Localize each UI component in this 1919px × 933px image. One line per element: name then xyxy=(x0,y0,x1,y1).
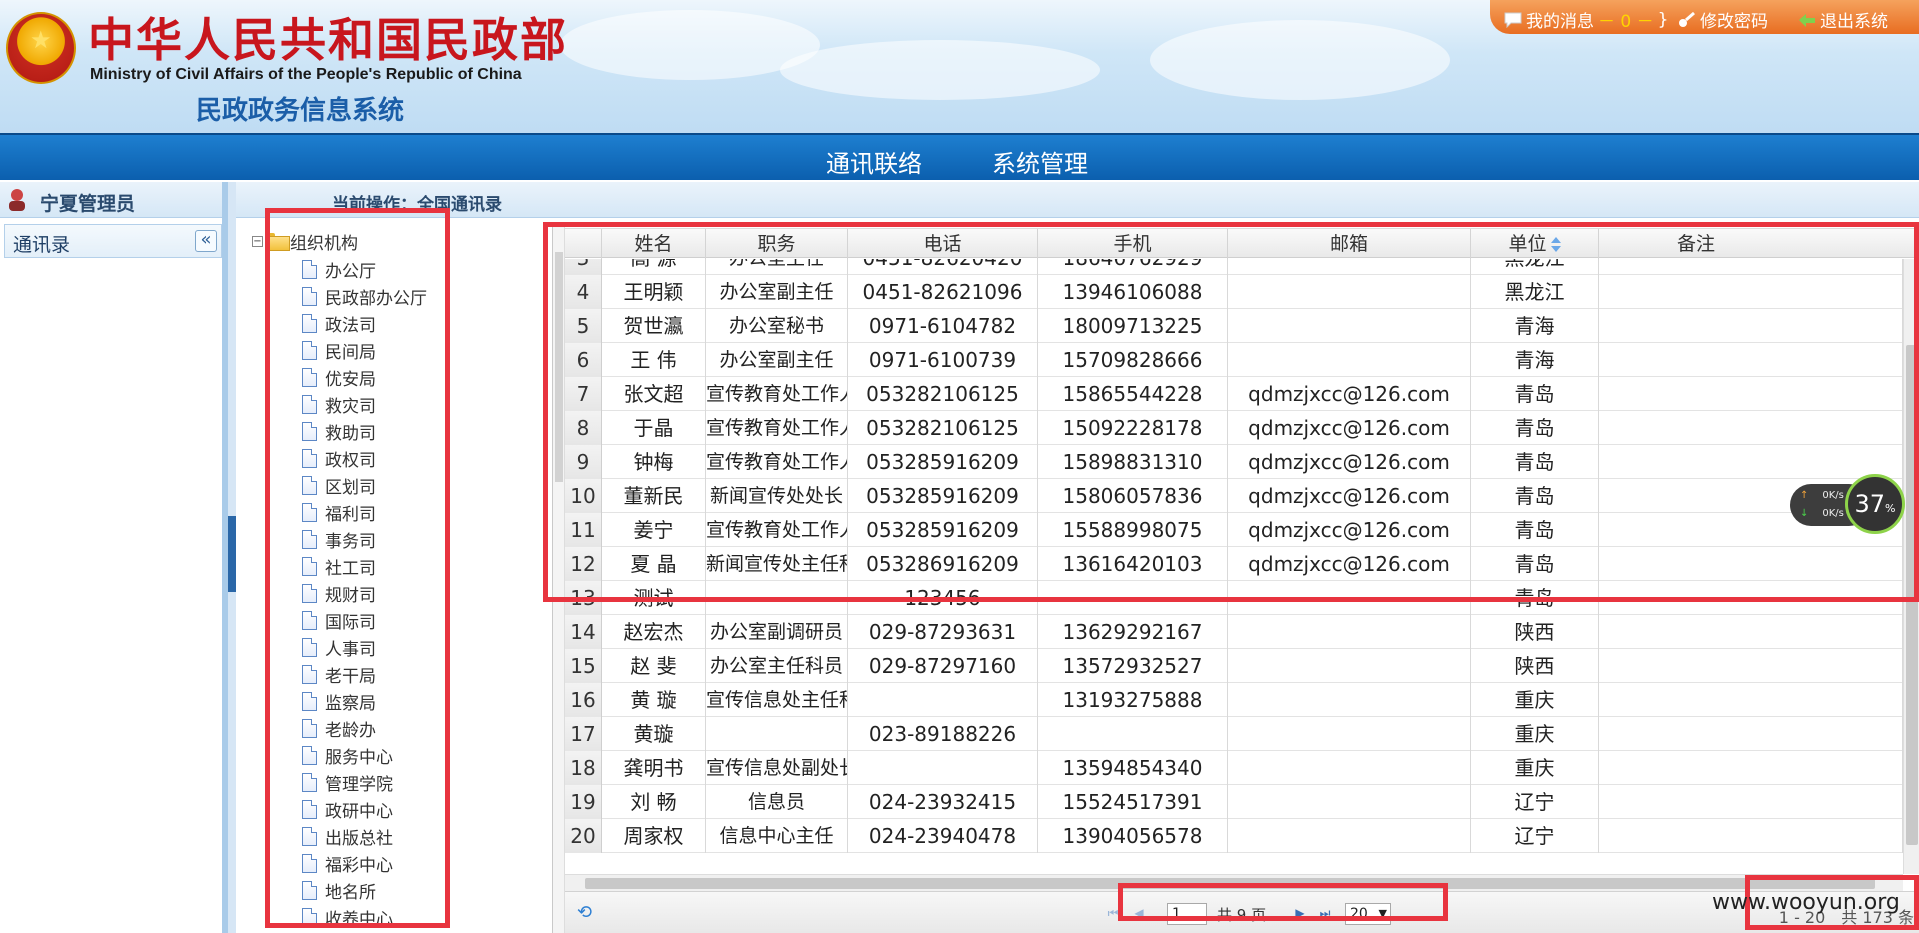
cell-email xyxy=(1228,683,1471,717)
admin-name: 宁夏管理员 xyxy=(40,193,136,215)
cell-mobile: 13629292167 xyxy=(1038,615,1228,649)
message-count-badge: － 0 － xyxy=(1598,12,1654,32)
sidebar-item-label: 通讯录 xyxy=(13,234,71,256)
cell-unit: 重庆 xyxy=(1471,683,1599,717)
cell-title: 办公室副调研员 xyxy=(706,615,848,649)
cell-unit: 辽宁 xyxy=(1471,819,1599,853)
cell-remark xyxy=(1599,785,1903,819)
back-arrow-icon xyxy=(1799,13,1815,27)
sidebar-item-contacts[interactable]: 通讯录 « xyxy=(4,224,222,258)
left-sidebar: 宁夏管理员 通讯录 « xyxy=(0,182,228,933)
table-row[interactable]: 16 黄 璇宣传信息处主任科 13193275888 重庆 xyxy=(565,683,1903,717)
table-row[interactable]: 14 赵宏杰 办公室副调研员 029-87293631 13629292167 陕西 xyxy=(565,615,1903,649)
cloud-decoration xyxy=(1150,20,1450,100)
cell-unit: 重庆 xyxy=(1471,751,1599,785)
operation-bar: 当前操作：全国通讯录 xyxy=(236,182,1919,218)
admin-bar: 宁夏管理员 xyxy=(0,182,222,218)
table-row[interactable]: 20 周家权 信息中心主任 024-23940478 13904056578 辽宁 xyxy=(565,819,1903,853)
cell-email xyxy=(1228,649,1471,683)
nav-item-system-admin[interactable]: 系统管理 xyxy=(992,144,1088,179)
table-row[interactable]: 19 刘 畅信息员 024-23932415 15524517391 辽宁 xyxy=(565,785,1903,819)
cell-title: 信息中心主任 xyxy=(706,819,848,853)
cell-no: 19 xyxy=(565,785,602,819)
collapse-sidebar-button[interactable]: « xyxy=(195,230,217,252)
cell-unit: 重庆 xyxy=(1471,717,1599,751)
cell-title: 宣传信息处副处长 xyxy=(706,751,848,785)
change-password-label: 修改密码 xyxy=(1700,12,1768,32)
cell-email xyxy=(1228,819,1471,853)
my-messages-link[interactable]: 我的消息 － 0 － } xyxy=(1504,7,1668,32)
cell-email xyxy=(1228,717,1471,751)
cell-phone: 029-87297160 xyxy=(848,649,1038,683)
cell-title xyxy=(706,717,848,751)
highlight-box-pager xyxy=(1118,883,1448,921)
cell-name: 刘 畅 xyxy=(602,785,706,819)
cell-email xyxy=(1228,615,1471,649)
cell-unit: 陕西 xyxy=(1471,615,1599,649)
nav-item-contacts[interactable]: 通讯联络 xyxy=(826,144,922,179)
message-bubble-icon xyxy=(1504,12,1522,28)
cell-remark xyxy=(1599,683,1903,717)
highlight-box-tree xyxy=(265,208,450,928)
splitter-handle[interactable] xyxy=(228,516,236,592)
national-emblem-icon: ★ xyxy=(6,12,76,84)
header-banner: ★ 中华人民共和国民政部 Ministry of Civil Affairs o… xyxy=(0,0,1919,133)
cell-no: 15 xyxy=(565,649,602,683)
cell-name: 龚明书 xyxy=(602,751,706,785)
cell-phone: 023-89188226 xyxy=(848,717,1038,751)
cell-title: 宣传信息处主任科 xyxy=(706,683,848,717)
ministry-title-cn: 中华人民共和国民政部 xyxy=(88,13,568,67)
cell-unit: 陕西 xyxy=(1471,649,1599,683)
cell-title: 信息员 xyxy=(706,785,848,819)
system-name: 民政政务信息系统 xyxy=(196,96,405,126)
cell-remark xyxy=(1599,649,1903,683)
cell-remark xyxy=(1599,819,1903,853)
user-toolbar: 我的消息 － 0 － } 修改密码 退出系统 xyxy=(1490,0,1919,34)
table-row[interactable]: 18 龚明书 宣传信息处副处长 13594854340 重庆 xyxy=(565,751,1903,785)
cell-phone: 029-87293631 xyxy=(848,615,1038,649)
cell-mobile: 13594854340 xyxy=(1038,751,1228,785)
cell-phone: 024-23940478 xyxy=(848,819,1038,853)
user-avatar-icon xyxy=(9,189,25,211)
cell-name: 周家权 xyxy=(602,819,706,853)
my-messages-label: 我的消息 xyxy=(1526,12,1594,32)
cell-mobile: 15524517391 xyxy=(1038,785,1228,819)
watermark: www.wooyun.org xyxy=(1712,890,1900,915)
cell-email xyxy=(1228,751,1471,785)
cell-title: 办公室主任科员 xyxy=(706,649,848,683)
cell-phone: 024-23932415 xyxy=(848,785,1038,819)
tree-expand-toggle[interactable]: − xyxy=(252,235,263,247)
cell-mobile: 13193275888 xyxy=(1038,683,1228,717)
cell-no: 18 xyxy=(565,751,602,785)
logout-link[interactable]: 退出系统 xyxy=(1798,7,1888,32)
cell-email xyxy=(1228,785,1471,819)
cloud-decoration xyxy=(780,40,1100,100)
cell-name: 赵宏杰 xyxy=(602,615,706,649)
cell-remark xyxy=(1599,751,1903,785)
cell-no: 14 xyxy=(565,615,602,649)
cell-no: 17 xyxy=(565,717,602,751)
change-password-link[interactable]: 修改密码 xyxy=(1678,7,1768,32)
table-row[interactable]: 15 赵 斐办公室主任科员 029-87297160 13572932527 陕西 xyxy=(565,649,1903,683)
cell-phone xyxy=(848,751,1038,785)
cell-name: 黄璇 xyxy=(602,717,706,751)
cell-unit: 辽宁 xyxy=(1471,785,1599,819)
cell-no: 20 xyxy=(565,819,602,853)
table-row[interactable]: 17 黄璇 023-89188226 重庆 xyxy=(565,717,1903,751)
cell-no: 16 xyxy=(565,683,602,717)
key-icon xyxy=(1679,11,1695,27)
cell-remark xyxy=(1599,717,1903,751)
cell-mobile: 13904056578 xyxy=(1038,819,1228,853)
main-nav: 通讯联络 系统管理 xyxy=(0,133,1919,180)
cell-phone xyxy=(848,683,1038,717)
refresh-icon[interactable]: ⟲ xyxy=(577,904,595,922)
cell-remark xyxy=(1599,615,1903,649)
cell-mobile xyxy=(1038,717,1228,751)
cell-name: 赵 斐 xyxy=(602,649,706,683)
ministry-title-en: Ministry of Civil Affairs of the People'… xyxy=(90,66,522,83)
cell-mobile: 13572932527 xyxy=(1038,649,1228,683)
cell-name: 黄 璇 xyxy=(602,683,706,717)
highlight-box-rows xyxy=(543,222,1919,602)
logout-label: 退出系统 xyxy=(1820,12,1888,32)
